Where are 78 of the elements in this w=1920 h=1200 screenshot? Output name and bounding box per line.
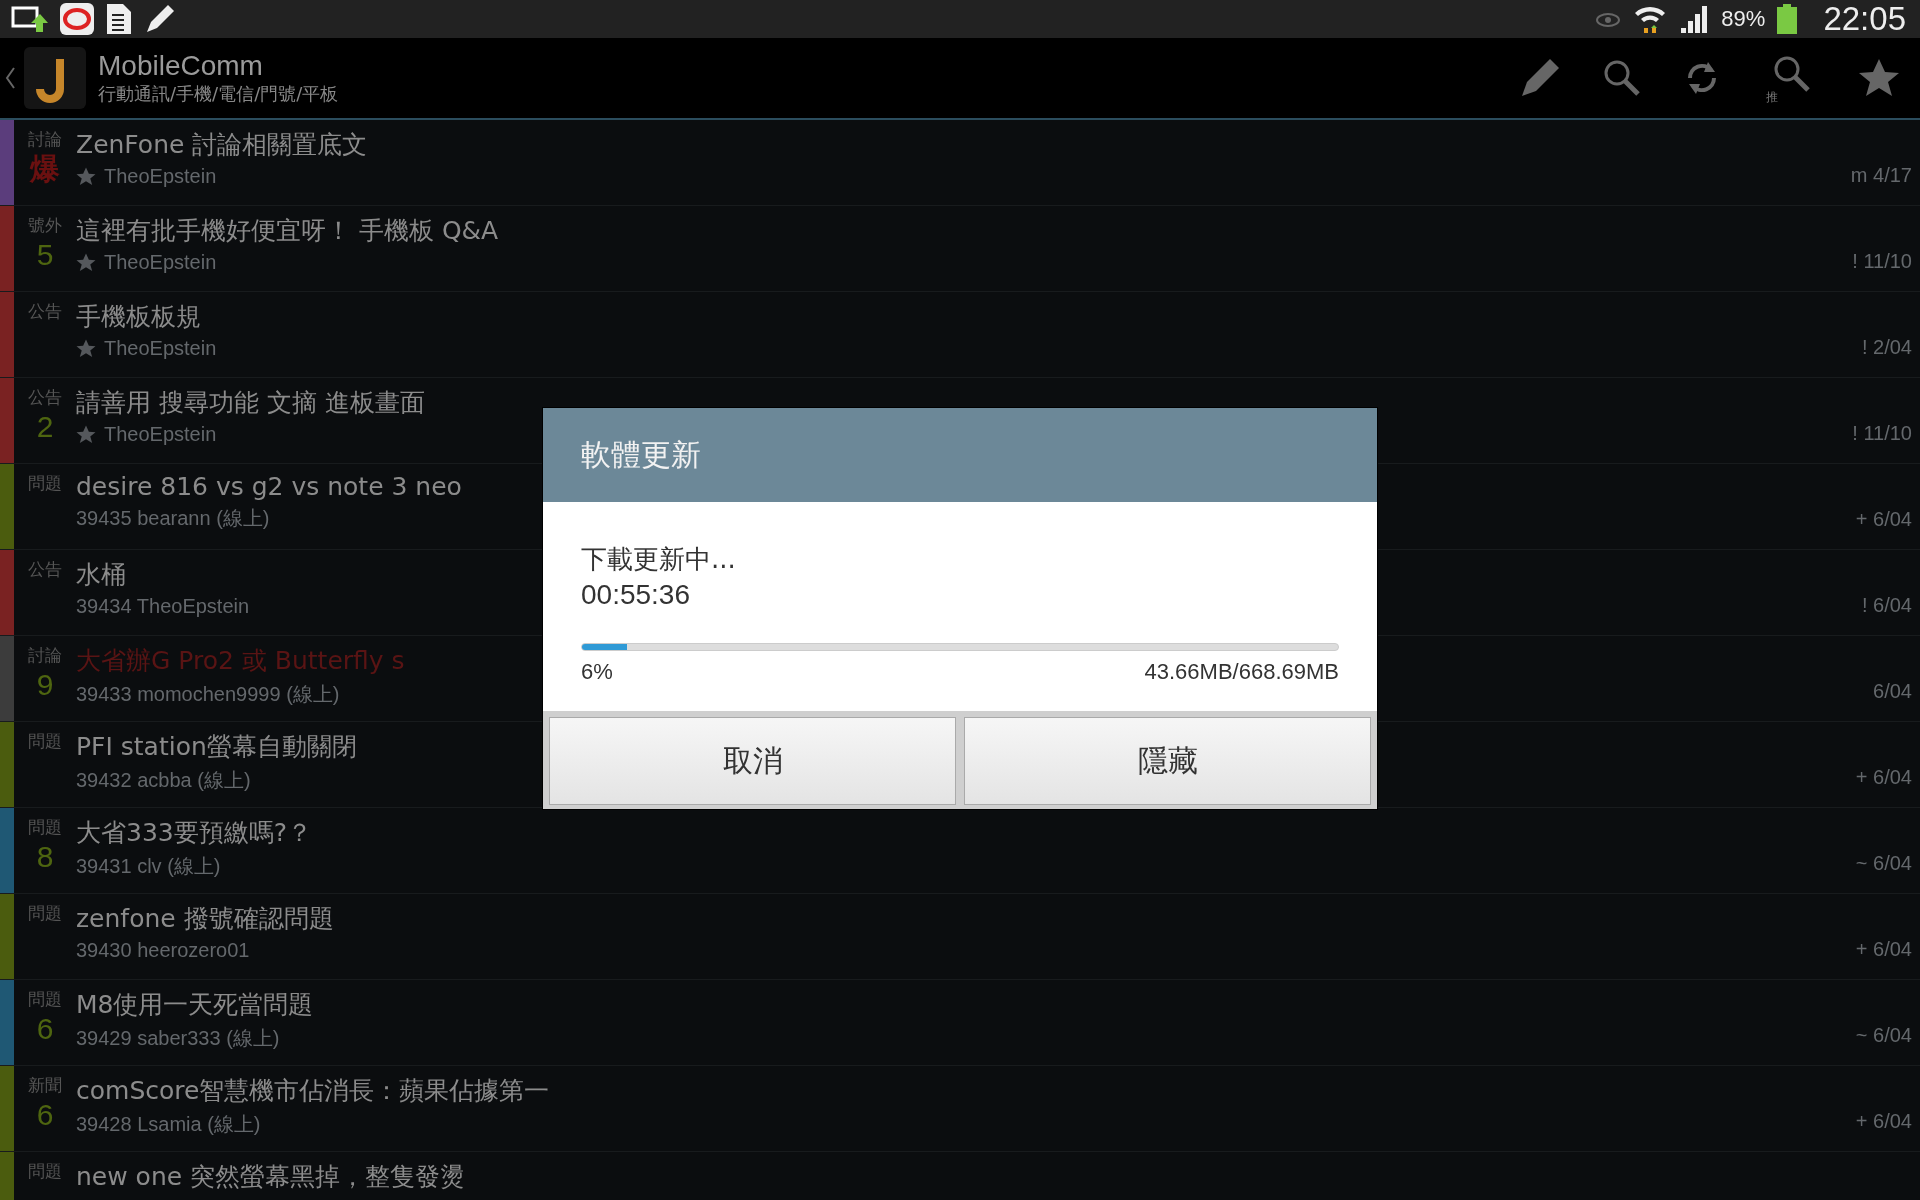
topic-tag: 討論 bbox=[28, 128, 62, 151]
topic-title[interactable]: M8使用一天死當問題 bbox=[76, 988, 314, 1021]
reply-count: 6 bbox=[36, 1011, 54, 1047]
topic-date: ! 11/10 bbox=[1852, 422, 1913, 446]
topic-date: + 6/04 bbox=[1855, 1110, 1913, 1134]
topic-title[interactable]: 這裡有批手機好便宜呀！ 手機板 Q&A bbox=[76, 214, 499, 247]
topic-date: m 4/17 bbox=[1850, 164, 1913, 188]
cancel-button[interactable]: 取消 bbox=[549, 717, 956, 805]
topic-tag: 討論 bbox=[28, 644, 62, 667]
topic-date: ! 11/10 bbox=[1852, 250, 1913, 274]
topic-tag: 問題 bbox=[28, 988, 62, 1011]
reply-count: 2 bbox=[36, 409, 54, 445]
topic-author: 39432 acbba (線上) bbox=[76, 768, 251, 793]
topic-title[interactable]: 手機板板規 bbox=[76, 300, 201, 333]
clock-time: 22:05 bbox=[1823, 0, 1906, 38]
topic-author: TheoEpstein bbox=[104, 251, 217, 274]
topic-author: 39431 clv (線上) bbox=[76, 854, 221, 879]
topic-tag: 問題 bbox=[28, 816, 62, 839]
topic-title[interactable]: 大省333要預繳嗎?？ bbox=[76, 816, 312, 849]
elapsed-time: 00:55:36 bbox=[581, 579, 691, 611]
topic-title[interactable]: zenfone 撥號確認問題 bbox=[76, 902, 334, 935]
topic-date: + 6/04 bbox=[1855, 938, 1913, 962]
push-search-button[interactable]: 推 bbox=[1762, 50, 1818, 106]
screen-mirror-icon bbox=[10, 4, 48, 34]
board-title: MobileComm bbox=[98, 50, 264, 82]
topic-author: 39433 momochen9999 (線上) bbox=[76, 682, 340, 707]
topic-author: 39429 saber333 (線上) bbox=[76, 1026, 280, 1051]
topic-tag: 問題 bbox=[28, 1160, 62, 1183]
topic-date: + 6/04 bbox=[1855, 508, 1913, 532]
topic-date: ~ 6/04 bbox=[1855, 852, 1913, 876]
topic-author: TheoEpstein bbox=[104, 337, 217, 360]
topic-author: 39434 TheoEpstein bbox=[76, 595, 250, 618]
battery-icon bbox=[1777, 4, 1798, 34]
topic-title[interactable]: PFI station螢幕自動關閉 bbox=[76, 730, 357, 763]
topic-tag: 問題 bbox=[28, 730, 62, 753]
topic-date: 6/04 bbox=[1873, 680, 1913, 704]
topic-tag: 號外 bbox=[28, 214, 62, 237]
reply-count: 8 bbox=[36, 839, 54, 875]
reply-count: 5 bbox=[36, 237, 54, 273]
topic-title[interactable]: 水桶 bbox=[76, 558, 126, 591]
topic-title[interactable]: comScore智慧機市佔消長：蘋果佔據第一 bbox=[76, 1074, 550, 1107]
topic-tag: 問題 bbox=[28, 472, 62, 495]
topic-author: TheoEpstein bbox=[104, 423, 217, 446]
topic-tag: 問題 bbox=[28, 902, 62, 925]
topic-date: ~ 6/04 bbox=[1855, 1024, 1913, 1048]
app-logo-icon[interactable] bbox=[24, 47, 86, 109]
topic-author: TheoEpstein bbox=[104, 165, 217, 188]
hide-button[interactable]: 隱藏 bbox=[964, 717, 1371, 805]
download-status-text: 下載更新中... bbox=[581, 543, 737, 576]
topic-tag: 公告 bbox=[28, 558, 62, 581]
reply-count: 9 bbox=[36, 667, 54, 703]
reply-count: 爆 bbox=[30, 151, 60, 187]
app-icon bbox=[60, 3, 94, 35]
back-chevron-icon[interactable] bbox=[4, 66, 16, 90]
dialog-title: 軟體更新 bbox=[581, 435, 701, 474]
topic-title[interactable]: ZenFone 討論相關置底文 bbox=[76, 128, 368, 161]
topic-author: 39430 heerozero01 bbox=[76, 939, 250, 962]
star-icon[interactable] bbox=[1858, 58, 1900, 98]
download-size: 43.66MB/668.69MB bbox=[1144, 659, 1339, 685]
topic-date: + 6/04 bbox=[1855, 766, 1913, 790]
reply-count: 6 bbox=[36, 1097, 54, 1133]
topic-author: 39435 bearann (線上) bbox=[76, 506, 270, 531]
battery-percent: 89% bbox=[1721, 6, 1766, 32]
topic-tag: 公告 bbox=[28, 386, 62, 409]
topic-title[interactable]: desire 816 vs g2 vs note 3 neo bbox=[76, 472, 462, 501]
topic-date: ! 6/04 bbox=[1861, 594, 1913, 618]
search-icon[interactable] bbox=[1602, 58, 1642, 98]
topic-tag: 公告 bbox=[28, 300, 62, 323]
topic-tag: 新聞 bbox=[28, 1074, 62, 1097]
topic-author: 39428 Lsamia (線上) bbox=[76, 1112, 261, 1137]
board-subtitle: 行動通訊/手機/電信/門號/平板 bbox=[98, 82, 339, 106]
topic-title[interactable]: 請善用 搜尋功能 文摘 進板畫面 bbox=[76, 386, 425, 419]
topic-title[interactable]: new one 突然螢幕黑掉，整隻發燙 bbox=[76, 1160, 466, 1193]
topic-date: ! 2/04 bbox=[1861, 336, 1913, 360]
progress-percent: 6% bbox=[581, 659, 613, 685]
pencil-icon bbox=[144, 3, 176, 35]
signal-icon bbox=[1679, 5, 1710, 33]
document-icon bbox=[106, 3, 132, 35]
